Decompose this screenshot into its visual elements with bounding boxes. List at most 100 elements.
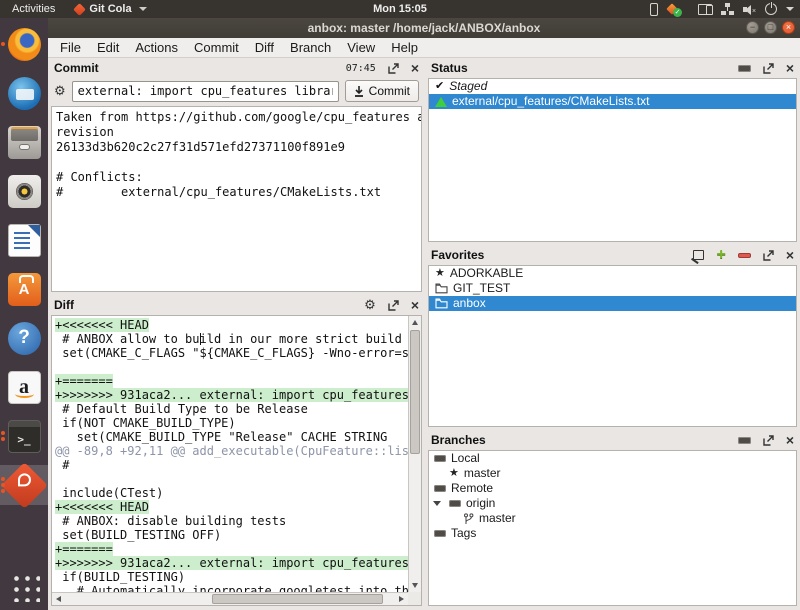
scroll-left-icon[interactable] [56,596,61,602]
scroll-up-icon[interactable] [412,320,418,325]
detach-icon[interactable] [763,250,774,261]
launcher-files-icon[interactable] [0,122,48,162]
close-icon[interactable]: × [411,299,419,311]
diff-line: # ANBOX: disable building tests [55,514,408,528]
detach-icon[interactable] [388,300,399,311]
download-arrow-icon [354,86,364,97]
activities-button[interactable]: Activities [0,3,67,15]
phone-icon[interactable] [650,3,658,16]
diff-panel-title: Diff [54,298,74,312]
diff-line [55,472,408,486]
remove-icon[interactable] [738,253,751,258]
branch-row-tags[interactable]: Tags [429,526,796,541]
volume-icon[interactable]: × [743,4,756,15]
menu-file[interactable]: File [52,40,89,55]
terminal-glyph: >_ [9,421,40,452]
launcher-terminal-icon[interactable]: >_ [0,416,48,456]
gear-icon[interactable]: ⚙ [54,85,66,97]
network-icon[interactable] [721,3,734,15]
cola-status-icon[interactable] [667,3,681,16]
launcher-amazon-icon[interactable]: a [0,367,48,407]
close-icon[interactable]: × [786,62,794,74]
diff-line: +======= [55,374,408,388]
menu-edit[interactable]: Edit [89,40,127,55]
launcher-firefox-icon[interactable] [0,24,48,64]
scroll-right-icon[interactable] [399,596,404,602]
horizontal-scrollbar[interactable] [52,592,408,605]
status-group-staged[interactable]: ✔Staged [429,79,796,94]
text-cursor [200,333,201,345]
close-icon[interactable]: × [786,249,794,261]
maximize-button[interactable]: □ [764,21,777,34]
add-icon[interactable]: + [716,250,725,260]
launcher-rhythmbox-icon[interactable] [0,171,48,211]
app-menu-label: Git Cola [89,3,131,15]
diff-text[interactable]: +<<<<<<< HEAD # ANBOX allow to build in … [52,316,408,592]
menu-help[interactable]: Help [383,40,426,55]
chevron-down-icon [139,7,147,11]
menu-branch[interactable]: Branch [282,40,339,55]
menu-actions[interactable]: Actions [127,40,186,55]
close-icon[interactable]: × [786,434,794,446]
diff-view[interactable]: +<<<<<<< HEAD # ANBOX allow to build in … [51,315,422,606]
commit-summary-input[interactable] [72,81,339,102]
branch-row-origin[interactable]: origin [429,496,796,511]
menu-diff[interactable]: Diff [247,40,282,55]
commit-panel: Commit 07:45 × ⚙ Commit Taken from https… [48,58,425,295]
menu-view[interactable]: View [339,40,383,55]
detach-icon[interactable] [388,63,399,74]
favorite-item[interactable]: GIT_TEST [429,281,796,296]
diff-panel: Diff ⚙ × +<<<<<<< HEAD # ANBOX allow to … [48,295,425,609]
gear-icon[interactable]: ⚙ [364,299,376,311]
detach-icon[interactable] [763,63,774,74]
favorite-item[interactable]: ★ADORKABLE [429,266,796,281]
menu-commit[interactable]: Commit [186,40,247,55]
branch-row-remote[interactable]: Remote [429,481,796,496]
commit-toolbar: ⚙ Commit [48,78,425,106]
branches-tree[interactable]: Local★masterRemoteoriginmasterTags [428,450,797,606]
running-indicator [1,42,5,46]
scroll-down-icon[interactable] [412,583,418,588]
launcher-showapps-icon[interactable] [0,566,48,606]
scrollbar-thumb[interactable] [212,594,383,604]
window-titlebar: anbox: master /home/jack/ANBOX/anbox − □… [48,18,800,38]
commit-message-line: revision [56,125,417,140]
display-icon[interactable] [698,4,712,15]
diff-line: +>>>>>>> 931aca2... external: import cpu… [55,556,408,570]
launcher-writer-icon[interactable] [0,220,48,260]
commit-timer: 07:45 [346,63,376,74]
dock-toggle-icon[interactable] [738,65,751,72]
status-file-row[interactable]: external/cpu_features/CMakeLists.txt [429,94,796,109]
launcher-help-icon[interactable]: ? [0,318,48,358]
favorites-list[interactable]: ★ADORKABLEGIT_TESTanbox [428,265,797,427]
close-button[interactable]: × [782,21,795,34]
scrollbar-thumb[interactable] [410,330,420,454]
app-menu[interactable]: Git Cola [67,3,154,15]
commit-message-line [56,155,417,170]
close-icon[interactable]: × [411,62,419,74]
expander-icon[interactable] [433,501,441,506]
branch-row-local[interactable]: Local [429,451,796,466]
commit-message-area[interactable]: Taken from https://github.com/google/cpu… [51,106,422,292]
favorites-panel: Favorites + × ★ADORKABLEGIT_TESTanbox [425,245,800,430]
edit-favorites-icon[interactable] [693,250,704,260]
status-list[interactable]: ✔Stagedexternal/cpu_features/CMakeLists.… [428,78,797,242]
diff-line: +<<<<<<< HEAD [55,500,408,514]
launcher-thunderbird-icon[interactable] [0,73,48,113]
vertical-scrollbar[interactable] [408,316,421,592]
launcher-gitcola-icon[interactable] [0,465,48,505]
minimize-button[interactable]: − [746,21,759,34]
branch-row-master[interactable]: master [429,511,796,526]
diff-line: @@ -89,8 +92,11 @@ add_executable(CpuFea… [55,444,408,458]
power-icon[interactable] [765,3,777,15]
software-glyph: A [8,273,41,306]
diff-line: set(CMAKE_C_FLAGS "${CMAKE_C_FLAGS} -Wno… [55,346,408,360]
launcher-software-icon[interactable]: A [0,269,48,309]
dock-toggle-icon[interactable] [738,437,751,444]
commit-button[interactable]: Commit [345,80,419,102]
caret-down-icon[interactable] [786,7,794,11]
branch-row-master[interactable]: ★master [429,466,796,481]
diff-line: include(CTest) [55,486,408,500]
favorite-item[interactable]: anbox [429,296,796,311]
detach-icon[interactable] [763,435,774,446]
